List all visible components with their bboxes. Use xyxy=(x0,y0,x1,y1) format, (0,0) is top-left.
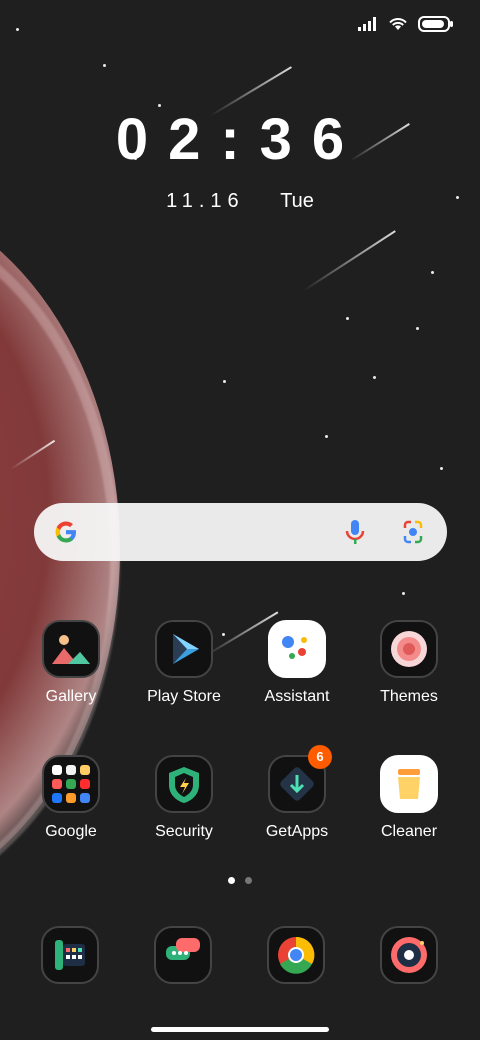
clock-time[interactable]: 02:36 xyxy=(0,106,480,173)
app-label: Cleaner xyxy=(380,823,438,840)
signal-icon xyxy=(358,17,376,31)
app-folder-google[interactable]: Google xyxy=(15,755,127,841)
camera-icon[interactable] xyxy=(380,926,438,984)
app-themes[interactable]: Themes xyxy=(353,620,465,706)
home-indicator[interactable] xyxy=(151,1027,329,1032)
cleaner-icon xyxy=(380,755,438,813)
dock xyxy=(0,926,480,986)
notification-badge: 6 xyxy=(308,745,332,769)
app-label: Assistant xyxy=(264,688,330,705)
page-dot-active xyxy=(228,877,235,884)
phone-icon[interactable] xyxy=(41,926,99,984)
app-getapps[interactable]: 6 GetApps xyxy=(241,745,353,841)
assistant-icon xyxy=(268,620,326,678)
google-g-icon xyxy=(55,521,76,543)
messages-icon[interactable] xyxy=(154,926,212,984)
themes-icon xyxy=(380,620,438,678)
app-security[interactable]: Security xyxy=(128,755,240,841)
app-label: Security xyxy=(155,823,213,840)
app-cleaner[interactable]: Cleaner xyxy=(353,755,465,841)
wifi-icon xyxy=(389,18,407,30)
lens-icon[interactable] xyxy=(399,518,427,546)
status-bar xyxy=(358,16,453,32)
date-numeric: 11.16 xyxy=(166,190,245,212)
chrome-icon[interactable] xyxy=(267,926,325,984)
page-indicator xyxy=(0,877,480,884)
app-label: GetApps xyxy=(265,823,329,840)
app-label: Gallery xyxy=(45,688,97,705)
app-label: Themes xyxy=(380,688,438,705)
page-dot xyxy=(245,877,252,884)
date-day: Tue xyxy=(280,190,314,212)
app-gallery[interactable]: Gallery xyxy=(15,620,127,706)
app-assistant[interactable]: Assistant xyxy=(241,620,353,706)
getapps-icon: 6 xyxy=(268,745,332,813)
google-search-bar[interactable] xyxy=(34,503,447,561)
security-icon xyxy=(155,755,213,813)
google-folder-icon xyxy=(42,755,100,813)
app-play-store[interactable]: Play Store xyxy=(128,620,240,706)
mic-icon[interactable] xyxy=(343,518,367,546)
battery-icon xyxy=(418,16,453,32)
app-label: Google xyxy=(45,823,97,840)
play-store-icon xyxy=(155,620,213,678)
clock-date[interactable]: 11.16 Tue xyxy=(0,190,480,213)
gallery-icon xyxy=(42,620,100,678)
app-label: Play Store xyxy=(147,688,221,705)
